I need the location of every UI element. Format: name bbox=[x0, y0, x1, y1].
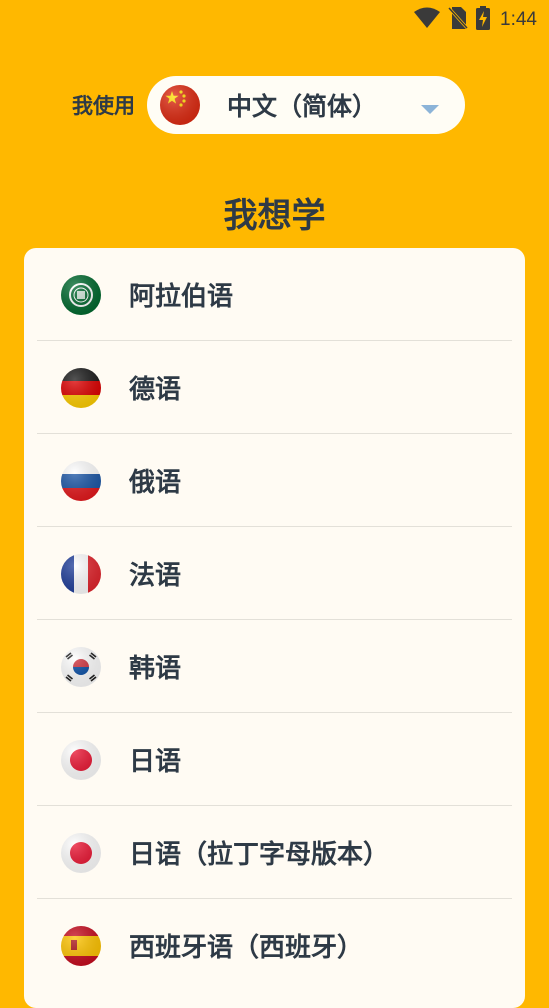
section-title: 我想学 bbox=[223, 196, 326, 236]
no-sim-icon bbox=[447, 6, 469, 34]
arab-league-flag-icon bbox=[60, 274, 102, 316]
language-label: 俄语 bbox=[129, 468, 182, 498]
language-label: 法语 bbox=[129, 561, 182, 591]
language-item-spanish[interactable]: 西班牙语（西班牙） bbox=[24, 899, 525, 992]
language-item-arabic[interactable]: 阿拉伯语 bbox=[24, 248, 525, 341]
native-language-value: 中文（简体） bbox=[227, 92, 378, 121]
language-list: 阿拉伯语 德语 俄语 法语 韩语 日语 日语（拉丁字母版本） 西班牙语（西班牙） bbox=[24, 248, 525, 1008]
japan-flag-icon bbox=[60, 739, 102, 781]
wifi-icon bbox=[414, 7, 441, 33]
russia-flag-icon bbox=[60, 460, 102, 502]
native-language-select[interactable]: 中文（简体） bbox=[147, 76, 465, 134]
language-item-japanese-romaji[interactable]: 日语（拉丁字母版本） bbox=[24, 806, 525, 899]
language-item-korean[interactable]: 韩语 bbox=[24, 620, 525, 713]
language-label: 日语（拉丁字母版本） bbox=[129, 840, 390, 870]
language-item-russian[interactable]: 俄语 bbox=[24, 434, 525, 527]
status-time: 1:44 bbox=[500, 9, 537, 30]
battery-charging-icon bbox=[476, 6, 491, 34]
language-label: 阿拉伯语 bbox=[129, 282, 234, 312]
france-flag-icon bbox=[60, 553, 102, 595]
language-label: 德语 bbox=[129, 375, 182, 405]
language-item-french[interactable]: 法语 bbox=[24, 527, 525, 620]
language-label: 西班牙语（西班牙） bbox=[129, 933, 364, 963]
native-language-row: 我使用 中文（简体） bbox=[72, 76, 465, 134]
china-flag-icon bbox=[159, 84, 201, 126]
language-item-japanese[interactable]: 日语 bbox=[24, 713, 525, 806]
language-item-german[interactable]: 德语 bbox=[24, 341, 525, 434]
south-korea-flag-icon bbox=[60, 646, 102, 688]
status-icons: 1:44 bbox=[414, 6, 537, 34]
germany-flag-icon bbox=[60, 367, 102, 409]
spain-flag-icon bbox=[60, 925, 102, 967]
native-language-label: 我使用 bbox=[72, 94, 135, 118]
status-bar: 1:44 bbox=[0, 0, 549, 38]
language-label: 日语 bbox=[129, 747, 182, 777]
chevron-down-icon bbox=[421, 100, 439, 119]
japan-flag-icon bbox=[60, 832, 102, 874]
language-label: 韩语 bbox=[129, 654, 182, 684]
